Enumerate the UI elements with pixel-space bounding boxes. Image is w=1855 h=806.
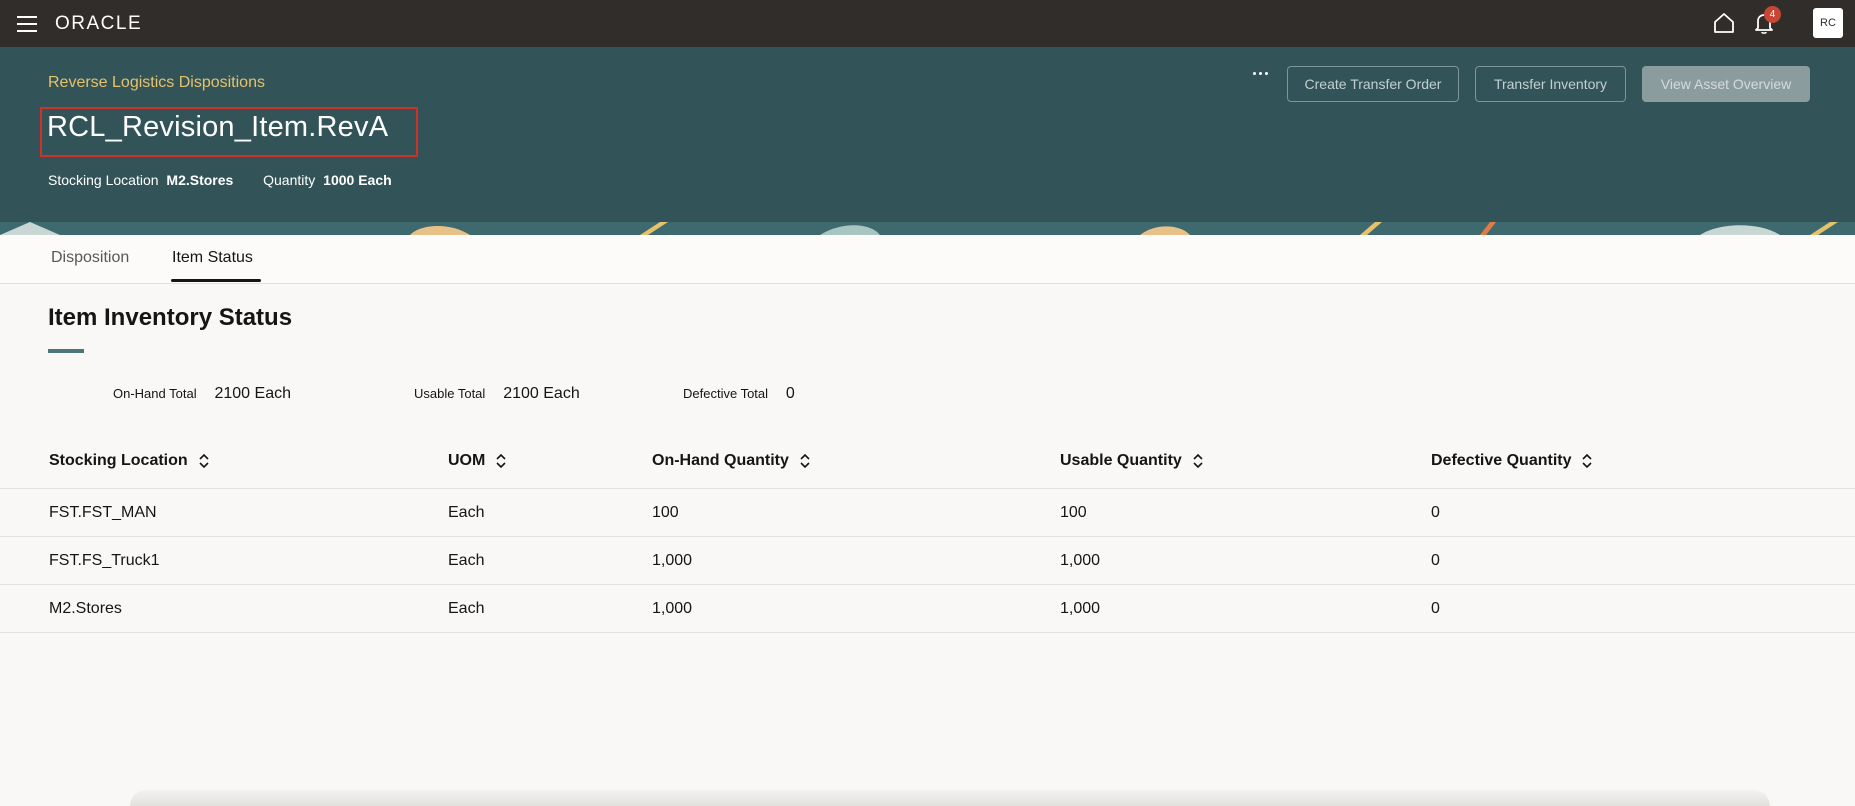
column-header-on-hand-quantity[interactable]: On-Hand Quantity [652,452,811,470]
sort-icon[interactable] [799,453,811,469]
table-row[interactable]: FST.FS_Truck1 Each 1,000 1,000 0 [0,537,1855,585]
top-bar: ORACLE 4 RC [0,0,1855,47]
tab-item-status[interactable]: Item Status [172,249,253,267]
usable-total: Usable Total 2100 Each [414,385,580,403]
cell-usable-quantity: 1,000 [1060,552,1101,569]
cell-defective-quantity: 0 [1431,504,1440,521]
column-header-stocking-location[interactable]: Stocking Location [49,452,210,470]
cell-usable-quantity: 1,000 [1060,600,1101,617]
cell-on-hand-quantity: 1,000 [652,600,693,617]
inventory-table: Stocking Location UOM On-Hand Quantity U… [0,437,1855,633]
sort-icon[interactable] [198,453,210,469]
cell-uom: Each [448,552,485,569]
cell-on-hand-quantity: 100 [652,504,679,521]
cell-defective-quantity: 0 [1431,600,1440,617]
cell-defective-quantity: 0 [1431,552,1440,569]
column-header-defective-quantity[interactable]: Defective Quantity [1431,452,1593,470]
column-header-label: On-Hand Quantity [652,452,789,469]
page-header: Reverse Logistics Dispositions RCL_Revis… [0,47,1855,235]
cell-stocking-location: M2.Stores [49,600,122,617]
decorative-pattern-strip [0,222,1855,235]
sort-icon[interactable] [1192,453,1204,469]
cell-usable-quantity: 100 [1060,504,1087,521]
hamburger-menu-icon[interactable] [15,13,39,33]
tab-disposition[interactable]: Disposition [51,249,129,267]
cell-stocking-location: FST.FST_MAN [49,504,157,521]
view-asset-overview-button[interactable]: View Asset Overview [1642,66,1810,102]
active-tab-indicator [171,279,261,282]
table-row[interactable]: M2.Stores Each 1,000 1,000 0 [0,585,1855,633]
stocking-location-value: M2.Stores [166,172,234,188]
breadcrumb[interactable]: Reverse Logistics Dispositions [48,74,265,92]
create-transfer-order-button[interactable]: Create Transfer Order [1287,66,1459,102]
quantity-value: 1000 Each [323,172,392,188]
stocking-location-label: Stocking Location [48,172,159,188]
header-meta: Stocking Location M2.Stores Quantity 100… [48,172,392,188]
column-header-label: Defective Quantity [1431,452,1572,469]
column-header-uom[interactable]: UOM [448,452,507,470]
defective-total: Defective Total 0 [683,385,795,403]
column-header-label: UOM [448,452,486,469]
section-title-rule [48,349,84,353]
usable-total-label: Usable Total [414,386,486,401]
cell-uom: Each [448,504,485,521]
oracle-logo[interactable]: ORACLE [55,13,142,35]
defective-total-label: Defective Total [683,386,769,401]
sort-icon[interactable] [1581,453,1593,469]
on-hand-total: On-Hand Total 2100 Each [113,385,291,403]
home-icon[interactable] [1712,10,1736,36]
cell-uom: Each [448,600,485,617]
user-avatar[interactable]: RC [1813,8,1843,38]
table-header-row: Stocking Location UOM On-Hand Quantity U… [0,437,1855,489]
page-title: RCL_Revision_Item.RevA [47,111,389,143]
transfer-inventory-button[interactable]: Transfer Inventory [1475,66,1626,102]
sort-icon[interactable] [495,453,507,469]
defective-total-value: 0 [785,385,795,402]
table-row[interactable]: FST.FST_MAN Each 100 100 0 [0,489,1855,537]
usable-total-value: 2100 Each [503,385,580,402]
column-header-label: Usable Quantity [1060,452,1182,469]
on-hand-total-value: 2100 Each [214,385,291,402]
more-actions-icon[interactable] [1248,63,1272,83]
notification-count-badge: 4 [1764,6,1781,23]
cell-on-hand-quantity: 1,000 [652,552,693,569]
column-header-usable-quantity[interactable]: Usable Quantity [1060,452,1204,470]
column-header-label: Stocking Location [49,452,188,469]
on-hand-total-label: On-Hand Total [113,386,197,401]
tab-bar: Disposition Item Status [0,235,1855,284]
quantity-label: Quantity [263,172,316,188]
section-title: Item Inventory Status [48,304,293,331]
cell-stocking-location: FST.FS_Truck1 [49,552,160,569]
bottom-drawer-edge [130,790,1770,806]
